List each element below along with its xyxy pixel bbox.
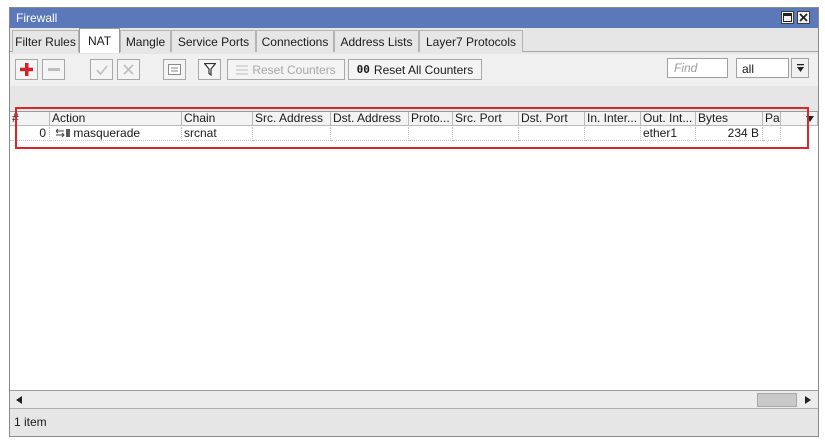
firewall-window: Firewall Filter Rules NAT Mangle Service… [9,7,819,437]
note-icon [168,64,181,75]
maximize-icon [783,13,792,22]
filter-button[interactable] [198,59,221,80]
counter-zero-icon: 00 [356,63,370,76]
close-icon [799,13,808,22]
maximize-button[interactable] [781,11,794,24]
funnel-icon [203,63,216,76]
reset-all-counters-label: Reset All Counters [373,62,474,77]
x-icon [123,64,134,75]
chevron-down-icon [796,63,804,72]
add-button[interactable] [15,59,38,80]
plus-icon [20,63,33,76]
remove-button[interactable] [42,59,65,80]
item-count: 1 item [14,415,47,429]
close-button[interactable] [797,11,810,24]
scroll-right-button[interactable] [801,393,815,407]
tab-layer7-protocols[interactable]: Layer7 Protocols [419,30,523,52]
tab-bar: Filter Rules NAT Mangle Service Ports Co… [10,28,818,53]
tab-address-lists[interactable]: Address Lists [334,30,419,52]
disable-button[interactable] [117,59,140,80]
title-bar[interactable]: Firewall [10,8,818,28]
nat-rules-table: # Action Chain Src. Address Dst. Address… [10,111,818,391]
reset-counters-button[interactable]: Reset Counters [227,59,345,80]
list-icon [236,65,249,74]
tab-service-ports[interactable]: Service Ports [171,30,256,52]
find-input[interactable] [667,58,728,78]
toolbar: Reset Counters 00 Reset All Counters all [10,54,818,86]
scope-dropdown-button[interactable] [791,58,809,78]
horizontal-scrollbar[interactable] [10,391,818,409]
scrollbar-thumb[interactable] [757,393,797,407]
tab-nat[interactable]: NAT [79,28,120,53]
scope-select[interactable]: all [736,58,789,78]
status-bar: 1 item [10,409,818,436]
enable-button[interactable] [90,59,113,80]
tab-mangle[interactable]: Mangle [120,30,171,52]
check-icon [95,64,108,75]
annotation-highlight-box [15,107,809,149]
scroll-left-button[interactable] [12,393,26,407]
arrow-left-icon [16,396,22,404]
minus-icon [47,67,60,71]
tab-connections[interactable]: Connections [256,30,334,52]
window-title: Firewall [16,11,58,25]
comment-button[interactable] [163,59,186,80]
tab-filter-rules[interactable]: Filter Rules [12,30,79,52]
reset-all-counters-button[interactable]: 00 Reset All Counters [348,59,482,80]
arrow-right-icon [805,396,811,404]
reset-counters-label: Reset Counters [252,62,336,77]
